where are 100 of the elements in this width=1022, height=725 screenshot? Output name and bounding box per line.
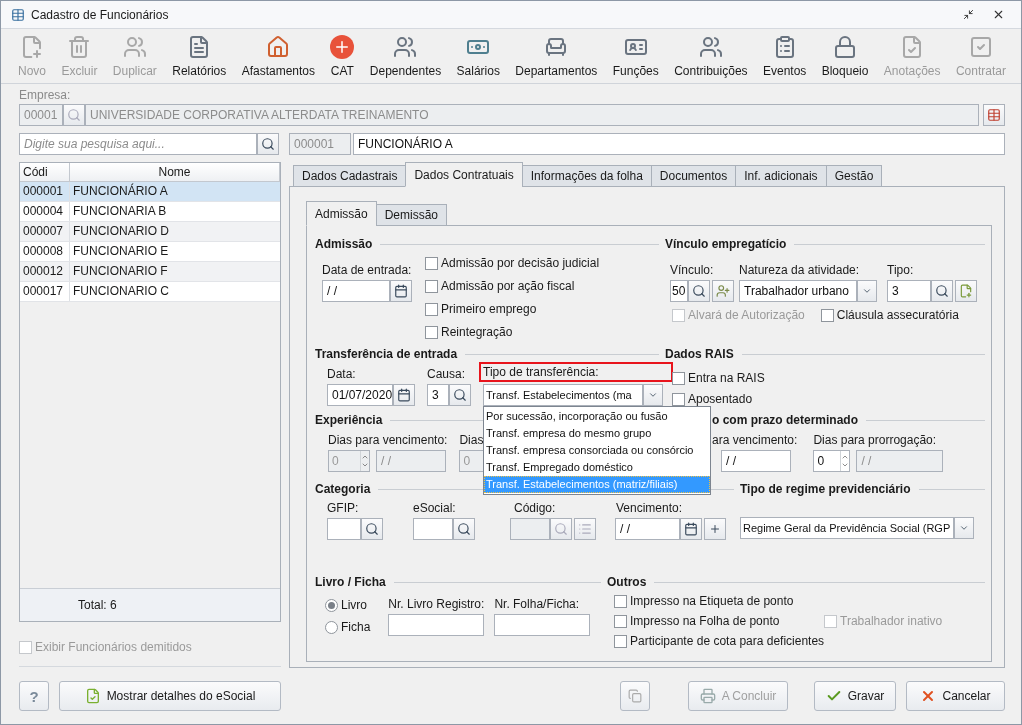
section-title: Outros: [607, 575, 647, 589]
radio-option[interactable]: Livro: [325, 596, 371, 614]
list-row[interactable]: 000008 FUNCIONARIO E: [20, 242, 280, 262]
empresa-label: Empresa:: [19, 88, 72, 102]
search-field[interactable]: Digite sua pesquisa aqui...: [19, 133, 257, 155]
tab[interactable]: Informações da folha: [521, 165, 652, 187]
employee-name-field[interactable]: FUNCIONÁRIO A: [353, 133, 1005, 155]
tab[interactable]: Dados Cadastrais: [293, 165, 407, 187]
option-checkbox[interactable]: Entra na RAIS: [672, 369, 991, 387]
field-label: Dias para vencimento:: [328, 432, 448, 448]
users-icon: [393, 34, 418, 59]
footer-button[interactable]: Gravar: [814, 681, 896, 711]
tab[interactable]: Documentos: [650, 165, 737, 187]
users-icon: [698, 34, 723, 59]
add-person-button[interactable]: [712, 280, 734, 302]
field-label: Nr. Folha/Ficha:: [494, 596, 581, 612]
tab[interactable]: Demissão: [375, 204, 448, 226]
option-checkbox[interactable]: Aposentado: [672, 390, 991, 408]
search-icon: [365, 522, 379, 536]
section-title: Vínculo empregatício: [665, 237, 787, 251]
search-button[interactable]: [931, 280, 953, 302]
toolbar-button[interactable]: Relatórios: [169, 32, 230, 80]
field-label: Vínculo:: [670, 262, 715, 278]
table-icon: [987, 108, 1001, 122]
section-title: Categoria: [315, 482, 371, 496]
field-label: GFIP:: [327, 500, 360, 516]
toolbar-button[interactable]: Dependentes: [366, 32, 445, 80]
causa-field[interactable]: 3: [427, 384, 449, 406]
radio-option[interactable]: Ficha: [325, 618, 371, 636]
table-button[interactable]: [983, 104, 1005, 126]
option-checkbox[interactable]: Impresso na Etiqueta de ponto: [614, 592, 991, 610]
option-checkbox[interactable]: Cláusula assecuratória: [820, 306, 959, 324]
footer-button[interactable]: Cancelar: [906, 681, 1005, 711]
calendar-button[interactable]: [680, 518, 702, 540]
esocial-details-button[interactable]: Mostrar detalhes do eSocial: [59, 681, 281, 711]
vinculo-field[interactable]: 50: [670, 280, 688, 302]
option-checkbox[interactable]: Reintegração: [425, 323, 600, 341]
option-checkbox[interactable]: Participante de cota para deficientes: [614, 632, 991, 650]
window-title: Cadastro de Funcionários: [31, 7, 170, 22]
toolbar-button[interactable]: Salários: [453, 32, 503, 80]
section-title: Livro / Ficha: [315, 575, 386, 589]
tab[interactable]: Gestão: [825, 165, 883, 187]
list-row[interactable]: 000007 FUNCIONARIO D: [20, 222, 280, 242]
gfip-field[interactable]: [327, 518, 361, 540]
folha-field[interactable]: [494, 614, 591, 636]
field-label: Data:: [327, 366, 357, 382]
file-plus-icon: [959, 284, 973, 298]
toolbar-button[interactable]: Eventos: [759, 32, 810, 80]
list-row[interactable]: 000001 FUNCIONÁRIO A: [20, 182, 280, 202]
date-field[interactable]: 01/07/2020: [327, 384, 393, 406]
codigo-field[interactable]: [510, 518, 550, 540]
toolbar-button[interactable]: Bloqueio: [818, 32, 872, 80]
list-row[interactable]: 000012 FUNCIONARIO F: [20, 262, 280, 282]
regime-select[interactable]: Regime Geral da Previdência Social (RGP: [740, 517, 954, 539]
field-label: Tipo de transferência:: [479, 362, 673, 382]
date-field[interactable]: / /: [615, 518, 680, 540]
search-button[interactable]: [453, 518, 475, 540]
natureza-select[interactable]: Trabalhador urbano: [739, 280, 857, 302]
search-button[interactable]: [449, 384, 471, 406]
calendar-button[interactable]: [393, 384, 415, 406]
option-checkbox[interactable]: Admissão por ação fiscal: [425, 277, 600, 295]
search-button[interactable]: [361, 518, 383, 540]
add-document-button[interactable]: [955, 280, 977, 302]
field-label: eSocial:: [413, 500, 457, 516]
esocial-field[interactable]: [413, 518, 453, 540]
column-header[interactable]: Códi: [20, 163, 70, 181]
list-row[interactable]: 000004 FUNCIONARIA B: [20, 202, 280, 222]
app-icon: [11, 7, 25, 22]
printer-icon: [699, 688, 716, 704]
field-label: Natureza da atividade:: [739, 262, 861, 278]
tab[interactable]: Inf. adicionais: [735, 165, 827, 187]
tab[interactable]: Dados Contratuais: [405, 162, 523, 187]
tab[interactable]: Admissão: [306, 201, 377, 226]
copy-icon: [628, 689, 642, 703]
search-icon: [261, 137, 275, 151]
search-button[interactable]: [257, 133, 279, 155]
option-checkbox[interactable]: Impresso na Folha de ponto: [614, 612, 824, 630]
list-row[interactable]: 000017 FUNCIONARIO C: [20, 282, 280, 302]
option-checkbox[interactable]: Primeiro emprego: [425, 300, 600, 318]
toolbar-button[interactable]: Funções: [609, 32, 662, 80]
transfer-type-select[interactable]: Transf. Estabelecimentos (ma: [483, 384, 643, 406]
tipo-field[interactable]: 3: [887, 280, 931, 302]
date-field[interactable]: / /: [721, 450, 791, 472]
column-header[interactable]: Nome: [70, 163, 280, 181]
option-checkbox[interactable]: Admissão por decisão judicial: [425, 254, 600, 272]
section-title: Tipo de regime previdenciário: [740, 482, 911, 496]
search-button[interactable]: [688, 280, 710, 302]
toolbar-button[interactable]: Afastamentos: [238, 32, 318, 80]
registro-field[interactable]: [388, 614, 485, 636]
date-field[interactable]: / /: [322, 280, 390, 302]
toolbar-button[interactable]: CAT: [327, 32, 358, 80]
field-label: Vencimento:: [615, 500, 684, 516]
calendar-button[interactable]: [390, 280, 412, 302]
days-spinner[interactable]: 0: [813, 450, 851, 472]
field-label: Código:: [513, 500, 557, 516]
section-title: Experiência: [315, 413, 383, 427]
toolbar-button[interactable]: Contribuições: [671, 32, 751, 80]
section-title: o com prazo determinado: [712, 413, 859, 427]
field-label: ara vencimento:: [712, 432, 798, 448]
toolbar-button[interactable]: Departamentos: [512, 32, 601, 80]
